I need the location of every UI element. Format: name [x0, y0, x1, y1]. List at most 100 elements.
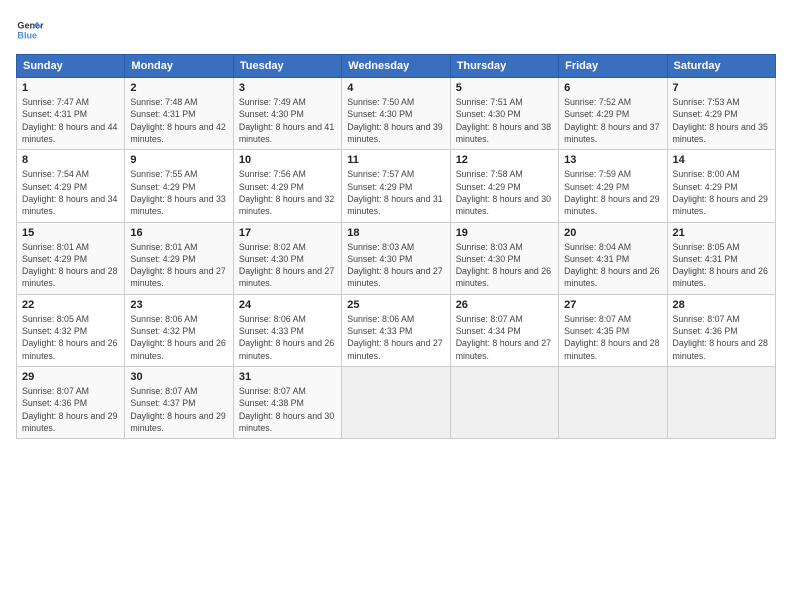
- day-of-week-header: Friday: [559, 55, 667, 78]
- day-number: 28: [673, 299, 770, 311]
- day-detail: Sunrise: 8:07 AM Sunset: 4:35 PM Dayligh…: [564, 313, 661, 362]
- day-detail: Sunrise: 8:00 AM Sunset: 4:29 PM Dayligh…: [673, 168, 770, 217]
- calendar-day-cell: 19 Sunrise: 8:03 AM Sunset: 4:30 PM Dayli…: [450, 222, 558, 294]
- calendar-day-cell: 28 Sunrise: 8:07 AM Sunset: 4:36 PM Dayli…: [667, 294, 775, 366]
- calendar-day-cell: 7Sunrise: 7:53 AM Sunset: 4:29 PM Daylig…: [667, 78, 775, 150]
- calendar-day-cell: 30 Sunrise: 8:07 AM Sunset: 4:37 PM Dayli…: [125, 367, 233, 439]
- day-number: 22: [22, 299, 119, 311]
- day-detail: Sunrise: 7:56 AM Sunset: 4:29 PM Dayligh…: [239, 168, 336, 217]
- day-number: 2: [130, 82, 227, 94]
- calendar-day-cell: 4 Sunrise: 7:50 AM Sunset: 4:30 PM Daylig…: [342, 78, 450, 150]
- calendar-day-cell: 24 Sunrise: 8:06 AM Sunset: 4:33 PM Dayli…: [233, 294, 341, 366]
- day-of-week-header: Thursday: [450, 55, 558, 78]
- day-number: 18: [347, 227, 444, 239]
- calendar-day-cell: 3 Sunrise: 7:49 AM Sunset: 4:30 PM Daylig…: [233, 78, 341, 150]
- calendar-day-cell: 16 Sunrise: 8:01 AM Sunset: 4:29 PM Dayli…: [125, 222, 233, 294]
- day-detail: Sunrise: 8:07 AM Sunset: 4:34 PM Dayligh…: [456, 313, 553, 362]
- day-number: 24: [239, 299, 336, 311]
- calendar-day-cell: 8Sunrise: 7:54 AM Sunset: 4:29 PM Daylig…: [17, 150, 125, 222]
- calendar-day-cell: 21 Sunrise: 8:05 AM Sunset: 4:31 PM Dayli…: [667, 222, 775, 294]
- calendar-day-cell: 17 Sunrise: 8:02 AM Sunset: 4:30 PM Dayli…: [233, 222, 341, 294]
- logo: General Blue: [16, 16, 44, 44]
- day-number: 21: [673, 227, 770, 239]
- day-number: 1: [22, 82, 119, 94]
- day-detail: Sunrise: 7:52 AM Sunset: 4:29 PM Dayligh…: [564, 96, 661, 145]
- day-of-week-header: Sunday: [17, 55, 125, 78]
- day-detail: Sunrise: 8:07 AM Sunset: 4:37 PM Dayligh…: [130, 385, 227, 434]
- calendar-day-cell: [559, 367, 667, 439]
- day-number: 31: [239, 371, 336, 383]
- day-detail: Sunrise: 8:02 AM Sunset: 4:30 PM Dayligh…: [239, 241, 336, 290]
- calendar-day-cell: 12 Sunrise: 7:58 AM Sunset: 4:29 PM Dayli…: [450, 150, 558, 222]
- day-number: 10: [239, 154, 336, 166]
- day-detail: Sunrise: 7:55 AM Sunset: 4:29 PM Dayligh…: [130, 168, 227, 217]
- day-detail: Sunrise: 7:58 AM Sunset: 4:29 PM Dayligh…: [456, 168, 553, 217]
- day-number: 26: [456, 299, 553, 311]
- calendar-day-cell: 31 Sunrise: 8:07 AM Sunset: 4:38 PM Dayli…: [233, 367, 341, 439]
- day-number: 8: [22, 154, 119, 166]
- day-detail: Sunrise: 7:50 AM Sunset: 4:30 PM Dayligh…: [347, 96, 444, 145]
- day-of-week-header: Wednesday: [342, 55, 450, 78]
- day-detail: Sunrise: 8:05 AM Sunset: 4:31 PM Dayligh…: [673, 241, 770, 290]
- day-detail: Sunrise: 8:01 AM Sunset: 4:29 PM Dayligh…: [22, 241, 119, 290]
- day-number: 29: [22, 371, 119, 383]
- calendar-day-cell: 2 Sunrise: 7:48 AM Sunset: 4:31 PM Daylig…: [125, 78, 233, 150]
- day-detail: Sunrise: 7:57 AM Sunset: 4:29 PM Dayligh…: [347, 168, 444, 217]
- day-of-week-header: Saturday: [667, 55, 775, 78]
- header: General Blue: [16, 16, 776, 44]
- day-number: 9: [130, 154, 227, 166]
- day-number: 19: [456, 227, 553, 239]
- day-detail: Sunrise: 7:53 AM Sunset: 4:29 PM Dayligh…: [673, 96, 770, 145]
- calendar-day-cell: 18 Sunrise: 8:03 AM Sunset: 4:30 PM Dayli…: [342, 222, 450, 294]
- calendar-day-cell: 20 Sunrise: 8:04 AM Sunset: 4:31 PM Dayli…: [559, 222, 667, 294]
- calendar-week-row: 1 Sunrise: 7:47 AM Sunset: 4:31 PM Daylig…: [17, 78, 776, 150]
- svg-text:Blue: Blue: [17, 30, 37, 40]
- day-detail: Sunrise: 7:47 AM Sunset: 4:31 PM Dayligh…: [22, 96, 119, 145]
- page-container: General Blue SundayMondayTuesdayWednesda…: [0, 0, 792, 612]
- day-number: 25: [347, 299, 444, 311]
- calendar-day-cell: 9 Sunrise: 7:55 AM Sunset: 4:29 PM Daylig…: [125, 150, 233, 222]
- day-detail: Sunrise: 7:59 AM Sunset: 4:29 PM Dayligh…: [564, 168, 661, 217]
- day-detail: Sunrise: 8:06 AM Sunset: 4:33 PM Dayligh…: [239, 313, 336, 362]
- day-detail: Sunrise: 7:51 AM Sunset: 4:30 PM Dayligh…: [456, 96, 553, 145]
- day-detail: Sunrise: 8:07 AM Sunset: 4:38 PM Dayligh…: [239, 385, 336, 434]
- day-of-week-header: Monday: [125, 55, 233, 78]
- day-number: 20: [564, 227, 661, 239]
- day-number: 17: [239, 227, 336, 239]
- calendar-day-cell: 1 Sunrise: 7:47 AM Sunset: 4:31 PM Daylig…: [17, 78, 125, 150]
- day-number: 30: [130, 371, 227, 383]
- calendar-week-row: 15Sunrise: 8:01 AM Sunset: 4:29 PM Dayli…: [17, 222, 776, 294]
- day-number: 6: [564, 82, 661, 94]
- day-detail: Sunrise: 8:03 AM Sunset: 4:30 PM Dayligh…: [347, 241, 444, 290]
- logo-icon: General Blue: [16, 16, 44, 44]
- day-of-week-header: Tuesday: [233, 55, 341, 78]
- day-detail: Sunrise: 8:03 AM Sunset: 4:30 PM Dayligh…: [456, 241, 553, 290]
- day-detail: Sunrise: 8:06 AM Sunset: 4:33 PM Dayligh…: [347, 313, 444, 362]
- day-number: 13: [564, 154, 661, 166]
- calendar-day-cell: 14Sunrise: 8:00 AM Sunset: 4:29 PM Dayli…: [667, 150, 775, 222]
- day-number: 4: [347, 82, 444, 94]
- day-number: 16: [130, 227, 227, 239]
- calendar-day-cell: 25 Sunrise: 8:06 AM Sunset: 4:33 PM Dayli…: [342, 294, 450, 366]
- day-detail: Sunrise: 8:05 AM Sunset: 4:32 PM Dayligh…: [22, 313, 119, 362]
- calendar-week-row: 29Sunrise: 8:07 AM Sunset: 4:36 PM Dayli…: [17, 367, 776, 439]
- calendar-day-cell: 6 Sunrise: 7:52 AM Sunset: 4:29 PM Daylig…: [559, 78, 667, 150]
- day-number: 12: [456, 154, 553, 166]
- calendar-day-cell: 29Sunrise: 8:07 AM Sunset: 4:36 PM Dayli…: [17, 367, 125, 439]
- calendar-day-cell: 10 Sunrise: 7:56 AM Sunset: 4:29 PM Dayli…: [233, 150, 341, 222]
- day-number: 27: [564, 299, 661, 311]
- day-detail: Sunrise: 7:48 AM Sunset: 4:31 PM Dayligh…: [130, 96, 227, 145]
- calendar-day-cell: 15Sunrise: 8:01 AM Sunset: 4:29 PM Dayli…: [17, 222, 125, 294]
- day-detail: Sunrise: 8:04 AM Sunset: 4:31 PM Dayligh…: [564, 241, 661, 290]
- calendar-day-cell: [342, 367, 450, 439]
- calendar-day-cell: 27 Sunrise: 8:07 AM Sunset: 4:35 PM Dayli…: [559, 294, 667, 366]
- calendar-day-cell: 5 Sunrise: 7:51 AM Sunset: 4:30 PM Daylig…: [450, 78, 558, 150]
- day-detail: Sunrise: 8:07 AM Sunset: 4:36 PM Dayligh…: [673, 313, 770, 362]
- day-number: 3: [239, 82, 336, 94]
- day-detail: Sunrise: 8:01 AM Sunset: 4:29 PM Dayligh…: [130, 241, 227, 290]
- day-detail: Sunrise: 7:49 AM Sunset: 4:30 PM Dayligh…: [239, 96, 336, 145]
- calendar-day-cell: [450, 367, 558, 439]
- calendar-day-cell: [667, 367, 775, 439]
- day-detail: Sunrise: 8:06 AM Sunset: 4:32 PM Dayligh…: [130, 313, 227, 362]
- day-number: 5: [456, 82, 553, 94]
